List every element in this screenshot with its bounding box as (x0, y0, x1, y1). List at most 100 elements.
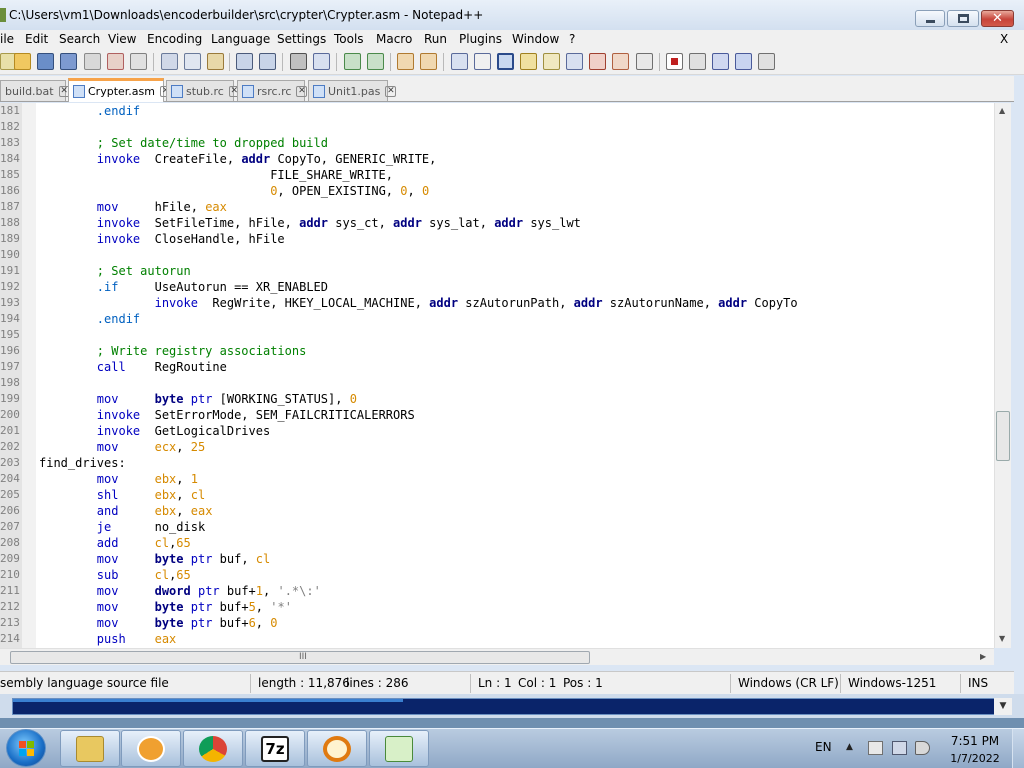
horizontal-scroll-thumb[interactable]: III (10, 651, 590, 664)
code-line[interactable]: 190 (0, 247, 994, 263)
code-line[interactable]: 210 sub cl,65 (0, 567, 994, 583)
code-line[interactable]: 184 invoke CreateFile, addr CopyTo, GENE… (0, 151, 994, 167)
code-line[interactable]: 197 call RegRoutine (0, 359, 994, 375)
menu-tools[interactable]: Tools (334, 32, 364, 46)
code-line[interactable]: 186 0, OPEN_EXISTING, 0, 0 (0, 183, 994, 199)
code-line[interactable]: 195 (0, 327, 994, 343)
taskbar-media-player[interactable] (121, 730, 181, 767)
code-line[interactable]: 204 mov ebx, 1 (0, 471, 994, 487)
show-hidden-icons-icon[interactable]: ▲ (846, 742, 853, 752)
scroll-right-icon[interactable]: ▶ (980, 652, 986, 661)
document-map-icon[interactable] (543, 53, 560, 70)
code-line[interactable]: 202 mov ecx, 25 (0, 439, 994, 455)
folder-workspace-icon[interactable] (589, 53, 606, 70)
code-line[interactable]: 189 invoke CloseHandle, hFile (0, 231, 994, 247)
tab-crypter-asm[interactable]: Crypter.asm ✕ (68, 78, 171, 102)
taskbar-notepad-plus-plus[interactable] (369, 730, 429, 767)
menu-encoding[interactable]: Encoding (147, 32, 202, 46)
tab-close-icon[interactable]: ✕ (385, 85, 397, 97)
menu-file[interactable]: ile (0, 32, 14, 46)
vertical-scrollbar[interactable]: ▲ ▼ (994, 103, 1011, 648)
code-line[interactable]: 200 invoke SetErrorMode, SEM_FAILCRITICA… (0, 407, 994, 423)
code-line[interactable]: 203 find_drives: (0, 455, 994, 471)
code-line[interactable]: 188 invoke SetFileTime, hFile, addr sys_… (0, 215, 994, 231)
taskbar-7zip[interactable]: 7z (245, 730, 305, 767)
volume-icon[interactable] (915, 741, 930, 755)
chevron-down-icon[interactable]: ▼ (994, 698, 1012, 715)
minimize-button[interactable] (915, 10, 945, 27)
show-desktop-button[interactable] (1012, 729, 1024, 768)
language-indicator[interactable]: EN (815, 740, 832, 754)
close-document-button[interactable]: X (1000, 32, 1008, 46)
function-list-icon[interactable] (566, 53, 583, 70)
print-icon[interactable] (130, 53, 147, 70)
network-icon[interactable] (892, 741, 907, 755)
menu-view[interactable]: View (108, 32, 136, 46)
menu-search[interactable]: Search (59, 32, 100, 46)
code-line[interactable]: 201 invoke GetLogicalDrives (0, 423, 994, 439)
tab-rsrc-rc[interactable]: rsrc.rc ✕ (237, 80, 308, 101)
code-line[interactable]: 208 add cl,65 (0, 535, 994, 551)
start-button[interactable] (6, 729, 46, 767)
sync-vertical-icon[interactable] (397, 53, 414, 70)
title-bar[interactable]: C:\Users\vm1\Downloads\encoderbuilder\sr… (0, 0, 1024, 30)
code-line[interactable]: 211 mov dword ptr buf+1, '.*\:' (0, 583, 994, 599)
code-line[interactable]: 205 shl ebx, cl (0, 487, 994, 503)
code-line[interactable]: 183 ; Set date/time to dropped build (0, 135, 994, 151)
clock-date[interactable]: 1/7/2022 (946, 752, 1004, 765)
menu-macro[interactable]: Macro (376, 32, 412, 46)
code-line[interactable]: 214 push eax (0, 631, 994, 647)
code-line[interactable]: 196 ; Write registry associations (0, 343, 994, 359)
code-line[interactable]: 207 je no_disk (0, 519, 994, 535)
horizontal-scrollbar[interactable]: III ▶ (0, 648, 994, 665)
menu-language[interactable]: Language (211, 32, 270, 46)
find-icon[interactable] (290, 53, 307, 70)
vertical-scroll-thumb[interactable] (996, 411, 1010, 461)
zoom-out-icon[interactable] (367, 53, 384, 70)
scroll-down-icon[interactable]: ▼ (999, 634, 1005, 643)
code-line[interactable]: 193 invoke RegWrite, HKEY_LOCAL_MACHINE,… (0, 295, 994, 311)
undo-icon[interactable] (236, 53, 253, 70)
code-line[interactable]: 185 FILE_SHARE_WRITE, (0, 167, 994, 183)
status-encoding[interactable]: Windows-1251 (848, 676, 936, 690)
code-line[interactable]: 182 (0, 119, 994, 135)
code-line[interactable]: 187 mov hFile, eax (0, 199, 994, 215)
code-line[interactable]: 212 mov byte ptr buf+5, '*' (0, 599, 994, 615)
code-line[interactable]: 192 .if UseAutorun == XR_ENABLED (0, 279, 994, 295)
menu-settings[interactable]: Settings (277, 32, 326, 46)
action-center-icon[interactable] (868, 741, 883, 755)
cut-icon[interactable] (161, 53, 178, 70)
taskbar-chrome[interactable] (183, 730, 243, 767)
record-macro-icon[interactable] (666, 53, 683, 70)
close-all-icon[interactable] (107, 53, 124, 70)
word-wrap-icon[interactable] (451, 53, 468, 70)
menu-window[interactable]: Window (512, 32, 559, 46)
code-line[interactable]: 191 ; Set autorun (0, 263, 994, 279)
tab-stub-rc[interactable]: stub.rc ✕ (166, 80, 240, 101)
tab-build-bat[interactable]: build.bat ✕ (0, 80, 70, 101)
sync-horizontal-icon[interactable] (420, 53, 437, 70)
code-editor[interactable]: 181 .endif 182 183 ; Set date/time to drop… (0, 103, 994, 648)
zoom-in-icon[interactable] (344, 53, 361, 70)
code-line[interactable]: 198 (0, 375, 994, 391)
replace-icon[interactable] (313, 53, 330, 70)
code-line[interactable]: 213 mov byte ptr buf+6, 0 (0, 615, 994, 631)
paste-icon[interactable] (207, 53, 224, 70)
code-line[interactable]: 194 .endif (0, 311, 994, 327)
maximize-button[interactable] (947, 10, 979, 27)
open-file-icon[interactable] (14, 53, 31, 70)
copy-icon[interactable] (184, 53, 201, 70)
code-lines[interactable]: 181 .endif 182 183 ; Set date/time to drop… (0, 103, 994, 647)
menu-run[interactable]: Run (424, 32, 447, 46)
save-all-icon[interactable] (60, 53, 77, 70)
background-window-selection[interactable] (12, 698, 1012, 715)
menu-edit[interactable]: Edit (25, 32, 48, 46)
code-line[interactable]: 181 .endif (0, 103, 994, 119)
show-all-chars-icon[interactable] (474, 53, 491, 70)
save-macro-icon[interactable] (758, 53, 775, 70)
close-file-icon[interactable] (84, 53, 101, 70)
indent-guide-icon[interactable] (497, 53, 514, 70)
status-eol[interactable]: Windows (CR LF) (738, 676, 839, 690)
close-button[interactable]: ✕ (981, 10, 1014, 27)
scroll-up-icon[interactable]: ▲ (999, 106, 1005, 115)
